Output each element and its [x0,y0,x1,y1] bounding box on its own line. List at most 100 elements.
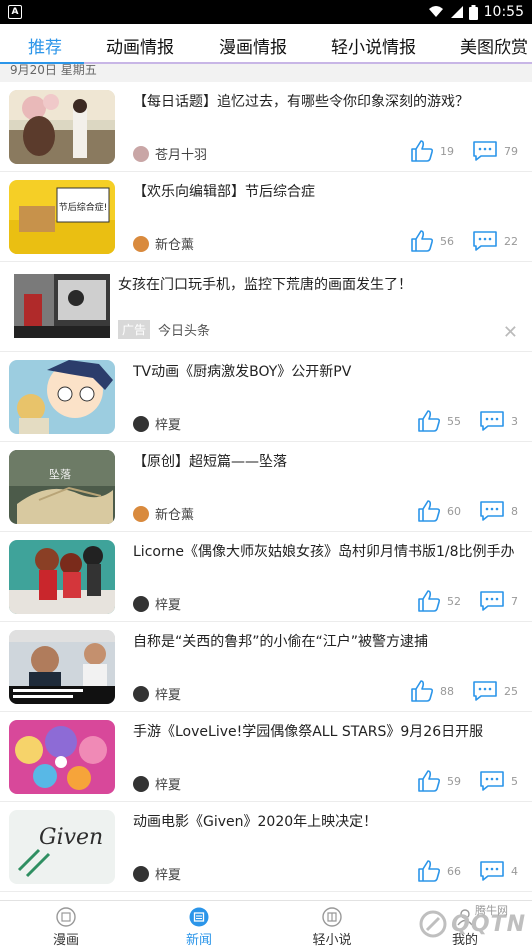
comment-icon [480,501,504,521]
comment-button[interactable]: 79 [472,140,518,162]
tab-manga-news[interactable]: 漫画情报 [219,33,287,58]
comment-button[interactable]: 5 [479,770,518,792]
thumbnail [9,720,115,794]
nav-label: 漫画 [52,933,79,946]
comment-count: 3 [511,414,518,428]
author-name: 梓夏 [155,598,182,613]
item-author[interactable]: 苍月十羽 [133,144,207,163]
thumbnail: 节后综合症! [9,180,115,254]
comment-count: 22 [504,234,518,248]
comment-icon [480,591,504,611]
thumbs-up-icon [418,770,441,792]
list-item[interactable]: Given 动画电影《Given》2020年上映决定！ 梓夏 66 4 [0,802,532,892]
thumbs-up-icon [418,590,441,612]
nav-news[interactable]: 新闻 [164,907,234,946]
item-title[interactable]: 自称是“关西的鲁邦”的小偷在“江户”被警方逮捕 [133,632,523,652]
signal-icon [450,6,463,18]
author-name: 新仓薰 [155,238,195,253]
like-button[interactable]: 88 [410,680,454,702]
thumbnail: 坠落 [9,450,115,524]
item-title[interactable]: TV动画《厨病激发BOY》公开新PV [133,362,523,382]
item-title[interactable]: 【原创】超短篇——坠落 [133,452,523,472]
ad-thumbnail [14,274,110,338]
thumbs-up-icon [418,410,441,432]
like-count: 55 [447,414,461,428]
ad-title[interactable]: 女孩在门口玩手机，监控下荒唐的画面发生了！ [118,275,508,295]
item-title[interactable]: Licorne《偶像大师灰姑娘女孩》岛村卯月情书版1/8比例手办 [133,542,523,562]
like-count: 59 [447,774,461,788]
close-icon[interactable]: ✕ [503,322,518,343]
item-author[interactable]: 梓夏 [133,774,181,793]
thumbs-up-icon [418,500,441,522]
like-button[interactable]: 56 [410,230,454,252]
thumbnail [9,630,115,704]
like-button[interactable]: 19 [410,140,454,162]
item-title[interactable]: 手游《LoveLive!学园偶像祭ALL STARS》9月26日开服 [133,722,523,742]
thumbs-up-icon [411,680,434,702]
tab-anime-news[interactable]: 动画情报 [106,33,174,58]
item-author[interactable]: 梓夏 [133,594,181,613]
like-count: 19 [440,144,454,158]
notification-icon: A [8,5,22,19]
item-title[interactable]: 【每日话题】追忆过去，有哪些令你印象深刻的游戏？ [133,92,523,112]
comment-count: 79 [504,144,518,158]
like-button[interactable]: 52 [417,590,461,612]
news-icon [189,907,209,927]
comment-count: 5 [511,774,518,788]
nav-label: 新闻 [185,933,212,946]
comment-button[interactable]: 7 [479,590,518,612]
item-author[interactable]: 梓夏 [133,864,181,883]
author-name: 梓夏 [155,688,182,703]
wifi-icon [428,6,443,17]
comment-button[interactable]: 4 [479,860,518,882]
list-item[interactable]: 坠落 【原创】超短篇——坠落 新仓薰 60 8 [0,442,532,532]
list-item[interactable]: 自称是“关西的鲁邦”的小偷在“江户”被警方逮捕 梓夏 88 25 [0,622,532,712]
bottom-navigation: 漫画 新闻 轻小说 我的 QQTN 腾牛网 [0,900,532,946]
comment-button[interactable]: 8 [479,500,518,522]
item-author[interactable]: 新仓薰 [133,504,194,523]
ad-item[interactable]: 女孩在门口玩手机，监控下荒唐的画面发生了！ 广告 今日头条 ✕ [0,262,532,352]
like-button[interactable]: 60 [417,500,461,522]
author-name: 梓夏 [155,778,182,793]
list-item[interactable]: TV动画《厨病激发BOY》公开新PV 梓夏 55 3 [0,352,532,442]
date-header: 9月20日 星期五 [0,64,532,82]
avatar [133,145,149,162]
status-bar: A 10:55 [0,0,532,24]
like-count: 56 [440,234,454,248]
item-author[interactable]: 梓夏 [133,684,181,703]
like-button[interactable]: 66 [417,860,461,882]
like-count: 88 [440,684,454,698]
comment-button[interactable]: 3 [479,410,518,432]
comment-count: 7 [511,594,518,608]
ad-badge: 广告 [118,320,151,339]
list-item[interactable]: 【每日话题】追忆过去，有哪些令你印象深刻的游戏？ 苍月十羽 19 79 [0,82,532,172]
tab-recommend[interactable]: 推荐 [28,33,62,58]
like-count: 60 [447,504,461,518]
avatar [133,685,149,702]
watermark-logo [419,910,447,938]
item-title[interactable]: 动画电影《Given》2020年上映决定！ [133,812,523,832]
comment-icon [480,411,504,431]
comment-icon [473,231,497,251]
tab-art-gallery[interactable]: 美图欣赏 [460,33,528,58]
avatar [133,775,149,792]
comment-button[interactable]: 25 [472,680,518,702]
author-name: 新仓薰 [155,508,195,523]
list-item[interactable]: 手游《LoveLive!学园偶像祭ALL STARS》9月26日开服 梓夏 59… [0,712,532,802]
nav-manga[interactable]: 漫画 [31,907,101,946]
comment-button[interactable]: 22 [472,230,518,252]
tab-lightnovel-news[interactable]: 轻小说情报 [331,33,416,58]
author-name: 梓夏 [155,418,182,433]
author-name: 苍月十羽 [155,148,208,163]
item-author[interactable]: 新仓薰 [133,234,194,253]
item-author[interactable]: 梓夏 [133,414,181,433]
list-item[interactable]: Licorne《偶像大师灰姑娘女孩》岛村卯月情书版1/8比例手办 梓夏 52 7 [0,532,532,622]
book-icon [56,907,76,927]
list-item[interactable]: 节后综合症! 【欢乐向编辑部】节后综合症 新仓薰 56 22 [0,172,532,262]
avatar [133,595,149,612]
item-title[interactable]: 【欢乐向编辑部】节后综合症 [133,182,523,202]
like-button[interactable]: 59 [417,770,461,792]
thumb-caption: 节后综合症! [59,201,108,213]
like-button[interactable]: 55 [417,410,461,432]
news-feed[interactable]: 【每日话题】追忆过去，有哪些令你印象深刻的游戏？ 苍月十羽 19 79 节后综合… [0,82,532,900]
